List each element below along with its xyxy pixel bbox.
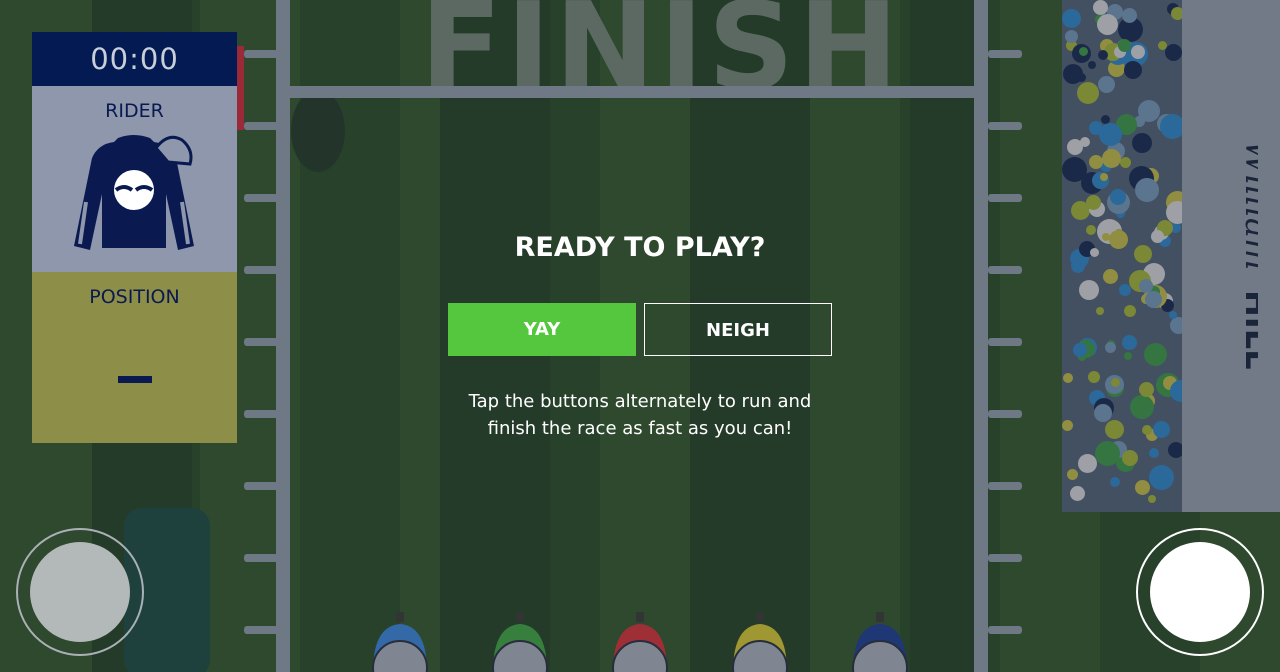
jockey-silks-icon (74, 135, 194, 250)
position-value-dash (118, 376, 152, 383)
ready-title: READY TO PLAY? (514, 232, 766, 263)
hud-panel: 00:00 RIDER POSITION (32, 32, 237, 443)
position-label: POSITION (89, 286, 180, 308)
right-tap-button-inner[interactable] (1150, 542, 1250, 642)
instructions-text: Tap the buttons alternately to run and f… (440, 388, 840, 442)
race-timer: 00:00 (32, 32, 237, 86)
left-tap-button[interactable] (16, 528, 144, 656)
instructions-line-2: finish the race as fast as you can! (487, 418, 793, 439)
left-tap-button-inner[interactable] (30, 542, 130, 642)
rider-box: RIDER (32, 86, 237, 272)
right-tap-button[interactable] (1136, 528, 1264, 656)
position-box: POSITION (32, 272, 237, 443)
neigh-button[interactable]: NEIGH (644, 303, 832, 356)
yay-button[interactable]: YAY (448, 303, 636, 356)
instructions-line-1: Tap the buttons alternately to run and (468, 391, 812, 412)
rider-label: RIDER (105, 100, 164, 122)
